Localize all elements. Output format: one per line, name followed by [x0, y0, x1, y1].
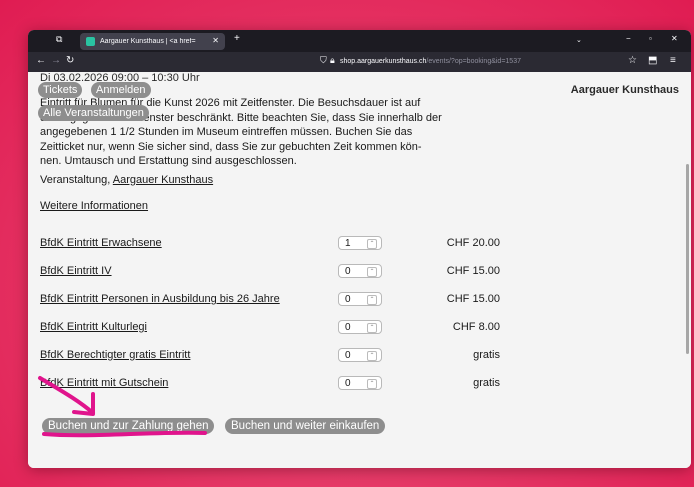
- ticket-row: BfdK Eintritt Erwachsene 1 ⌃ CHF 20.00: [40, 236, 500, 252]
- brand-name: Aargauer Kunsthaus: [570, 84, 679, 96]
- nav-tickets[interactable]: Tickets: [38, 82, 83, 98]
- spinner-icon[interactable]: ⌃: [367, 351, 377, 361]
- maximize-icon[interactable]: ▫: [649, 34, 652, 43]
- quantity-stepper[interactable]: 0 ⌃: [338, 348, 382, 362]
- page-scrollbar[interactable]: [686, 164, 689, 354]
- lock-icon[interactable]: 🔒︎: [330, 55, 335, 66]
- browser-tab[interactable]: Aargauer Kunsthaus | <a href= ✕: [80, 33, 225, 50]
- quantity-value: 0: [345, 378, 351, 389]
- ticket-price: CHF 8.00: [452, 321, 500, 333]
- spinner-icon[interactable]: ⌃: [367, 239, 377, 249]
- quantity-value: 0: [345, 350, 351, 361]
- site-favicon-icon: [86, 37, 95, 46]
- ticket-price: gratis: [473, 349, 500, 361]
- ticket-row: BfdK Eintritt mit Gutschein 0 ⌃ gratis: [40, 376, 500, 392]
- bookmark-star-icon[interactable]: ☆: [628, 55, 637, 66]
- ticket-label[interactable]: BfdK Eintritt Erwachsene: [40, 237, 162, 249]
- url-path: /events/?op=booking&id=1537: [426, 58, 521, 65]
- close-window-icon[interactable]: ✕: [671, 34, 678, 43]
- extensions-icon[interactable]: ⬒: [648, 55, 657, 66]
- venue-prefix: Veranstaltung,: [40, 174, 111, 186]
- quantity-stepper[interactable]: 0 ⌃: [338, 320, 382, 334]
- quantity-stepper[interactable]: 0 ⌃: [338, 292, 382, 306]
- ticket-price: CHF 20.00: [446, 237, 500, 249]
- quantity-stepper[interactable]: 0 ⌃: [338, 376, 382, 390]
- nav-alle-veranstaltungen[interactable]: Alle Veranstaltungen: [38, 105, 149, 121]
- container-icon[interactable]: ⧉: [56, 34, 62, 45]
- ticket-row: BfdK Eintritt Kulturlegi 0 ⌃ CHF 8.00: [40, 320, 500, 336]
- back-icon[interactable]: ←: [36, 55, 46, 66]
- spinner-icon[interactable]: ⌃: [367, 323, 377, 333]
- tab-bar: ⧉ Aargauer Kunsthaus | <a href= ✕ + ⌄ − …: [28, 30, 691, 52]
- tab-list-chevron-icon[interactable]: ⌄: [576, 36, 582, 44]
- spinner-icon[interactable]: ⌃: [367, 295, 377, 305]
- tab-close-icon[interactable]: ✕: [212, 36, 219, 45]
- continue-shopping-button[interactable]: Buchen und weiter einkaufen: [225, 418, 386, 434]
- quantity-stepper[interactable]: 0 ⌃: [338, 264, 382, 278]
- ticket-price: gratis: [473, 377, 500, 389]
- nav-anmelden[interactable]: Anmelden: [91, 82, 151, 98]
- url-host: shop.aargauerkunsthaus.ch: [340, 58, 427, 65]
- ticket-label[interactable]: BfdK Berechtigter gratis Eintritt: [40, 349, 190, 361]
- description-line: nen. Umtausch und Erstattung sind ausges…: [40, 155, 297, 167]
- page-content: Di 03.02.2026 09:00 – 10:30 Uhr Eintritt…: [28, 72, 691, 468]
- shield-icon[interactable]: ⛉: [320, 55, 327, 66]
- quantity-stepper[interactable]: 1 ⌃: [338, 236, 382, 250]
- menu-icon[interactable]: ≡: [670, 55, 676, 66]
- ticket-label[interactable]: BfdK Eintritt Personen in Ausbildung bis…: [40, 293, 280, 305]
- reload-icon[interactable]: ↻: [66, 55, 74, 66]
- tab-title: Aargauer Kunsthaus | <a href=: [100, 38, 196, 45]
- new-tab-icon[interactable]: +: [234, 33, 240, 44]
- more-info-link[interactable]: Weitere Informationen: [40, 200, 148, 212]
- ticket-row: BfdK Berechtigter gratis Eintritt 0 ⌃ gra…: [40, 348, 500, 364]
- ticket-label[interactable]: BfdK Eintritt IV: [40, 265, 112, 277]
- ticket-label[interactable]: BfdK Eintritt mit Gutschein: [40, 377, 168, 389]
- ticket-row: BfdK Eintritt Personen in Ausbildung bis…: [40, 292, 500, 308]
- venue-link[interactable]: Aargauer Kunsthaus: [113, 174, 213, 186]
- minimize-icon[interactable]: −: [626, 34, 631, 43]
- ticket-row: BfdK Eintritt IV 0 ⌃ CHF 15.00: [40, 264, 500, 280]
- navigation-bar: ← → ↻ ⛉ 🔒︎ shop.aargauerkunsthaus.ch/eve…: [28, 52, 691, 72]
- event-venue: Veranstaltung, Aargauer Kunsthaus: [40, 174, 213, 186]
- ticket-price: CHF 15.00: [446, 265, 500, 277]
- checkout-button[interactable]: Buchen und zur Zahlung gehen: [42, 418, 215, 434]
- ticket-label[interactable]: BfdK Eintritt Kulturlegi: [40, 321, 147, 333]
- quantity-value: 0: [345, 266, 351, 277]
- quantity-value: 0: [345, 294, 351, 305]
- spinner-icon[interactable]: ⌃: [367, 267, 377, 277]
- url-bar[interactable]: shop.aargauerkunsthaus.ch/events/?op=boo…: [340, 58, 521, 65]
- browser-window: ⧉ Aargauer Kunsthaus | <a href= ✕ + ⌄ − …: [28, 30, 691, 468]
- quantity-value: 1: [345, 238, 351, 249]
- quantity-value: 0: [345, 322, 351, 333]
- spinner-icon[interactable]: ⌃: [367, 379, 377, 389]
- forward-icon[interactable]: →: [51, 55, 61, 66]
- ticket-price: CHF 15.00: [446, 293, 500, 305]
- description-line: angegebenen 1 1/2 Stunden im Museum eint…: [40, 126, 413, 138]
- description-line: Zeitticket nur, wenn Sie sicher sind, da…: [40, 140, 422, 153]
